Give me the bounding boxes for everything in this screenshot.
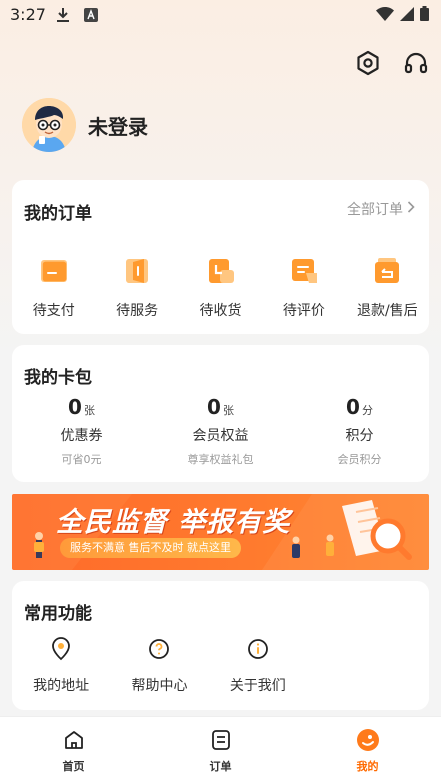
common-item-address[interactable]: 我的地址 [12,637,110,695]
order-item-label: 待收货 [199,303,242,319]
help-icon [147,637,171,661]
status-time: 3:27 [10,5,46,24]
order-item-label: 退款/售后 [356,303,418,319]
order-icon [209,728,233,752]
tab-profile[interactable]: 我的 [294,717,441,784]
all-orders-link[interactable]: 全部订单 [347,199,415,219]
common-item-about[interactable]: 关于我们 [209,637,307,695]
banner-pill: 服务不满意 售后不及时 就点这里 [60,538,241,558]
profile-icon [356,728,380,752]
profile[interactable]: 未登录 [22,98,148,152]
headset-icon[interactable] [403,48,429,78]
all-orders-label: 全部订单 [347,202,403,218]
wallet-value: 0 [207,395,221,419]
wallet-card: 我的卡包 0张 优惠券 可省0元 0张 会员权益 尊享权益礼包 0分 积分 会员… [12,345,429,482]
login-status[interactable]: 未登录 [88,111,148,140]
tab-label: 首页 [62,760,85,773]
common-functions-card: 常用功能 我的地址 帮助中心 关于我们 [12,581,429,710]
review-icon [289,256,319,286]
order-item-pending-payment[interactable]: 待支付 [12,256,95,320]
wifi-icon [376,6,394,25]
tab-orders[interactable]: 订单 [147,717,294,784]
orders-card: 我的订单 全部订单 待支付 待服务 待收货 待评价 退款/售后 [12,180,429,334]
settings-icon[interactable] [355,48,381,78]
status-bar: 3:27 [0,0,441,32]
wallet-name: 积分 [345,428,374,444]
order-item-label: 待支付 [32,303,75,319]
common-title: 常用功能 [24,604,92,624]
battery-icon [420,6,429,25]
wallet-title: 我的卡包 [24,368,92,388]
avatar[interactable] [22,98,76,152]
wallet-items: 0张 优惠券 可省0元 0张 会员权益 尊享权益礼包 0分 积分 会员积分 [12,395,429,467]
wallet-unit: 张 [222,404,234,417]
home-icon [62,728,86,752]
wallet-unit: 张 [83,404,95,417]
wallet-sub: 可省0元 [61,453,102,466]
wallet-icon [39,256,69,286]
order-item-refund[interactable]: 退款/售后 [346,256,429,320]
wallet-sub: 尊享权益礼包 [187,453,254,466]
wallet-value: 0 [68,395,82,419]
common-items: 我的地址 帮助中心 关于我们 [12,637,307,695]
chevron-right-icon [407,201,415,217]
common-item-label: 我的地址 [33,678,90,694]
order-item-pending-review[interactable]: 待评价 [262,256,345,320]
order-item-label: 待评价 [282,303,325,319]
wallet-item-points[interactable]: 0分 积分 会员积分 [290,395,429,467]
order-item-label: 待服务 [116,303,159,319]
banner-title: 全民监督 举报有奖 [56,507,291,538]
refund-icon [372,256,402,286]
common-item-help[interactable]: 帮助中心 [110,637,208,695]
order-item-pending-receipt[interactable]: 待收货 [179,256,262,320]
order-items: 待支付 待服务 待收货 待评价 退款/售后 [12,256,429,320]
order-item-pending-service[interactable]: 待服务 [95,256,178,320]
service-icon [122,256,152,286]
wallet-value: 0 [346,395,360,419]
wallet-count: 0张 [68,395,95,419]
wallet-item-coupons[interactable]: 0张 优惠券 可省0元 [12,395,151,467]
location-icon [49,637,73,661]
wallet-unit: 分 [361,404,373,417]
tab-label: 我的 [356,760,379,773]
wallet-count: 0分 [346,395,373,419]
tab-home[interactable]: 首页 [0,717,147,784]
wallet-name: 会员权益 [192,428,249,444]
info-icon [246,637,270,661]
tab-label: 订单 [209,760,232,773]
wallet-count: 0张 [207,395,234,419]
common-item-label: 帮助中心 [131,678,188,694]
bottom-tab-bar: 首页 订单 我的 [0,716,441,784]
signal-icon [400,6,414,25]
receipt-icon [206,256,236,286]
wallet-item-member-benefits[interactable]: 0张 会员权益 尊享权益礼包 [151,395,290,467]
status-right [376,6,429,25]
report-banner[interactable]: 全民监督 举报有奖 服务不满意 售后不及时 就点这里 [12,494,429,570]
top-actions [355,48,429,78]
wallet-name: 优惠券 [60,428,103,444]
font-icon [84,7,98,26]
common-item-label: 关于我们 [229,678,286,694]
wallet-sub: 会员积分 [337,453,382,466]
download-icon [56,7,70,27]
orders-title: 我的订单 [24,204,92,224]
